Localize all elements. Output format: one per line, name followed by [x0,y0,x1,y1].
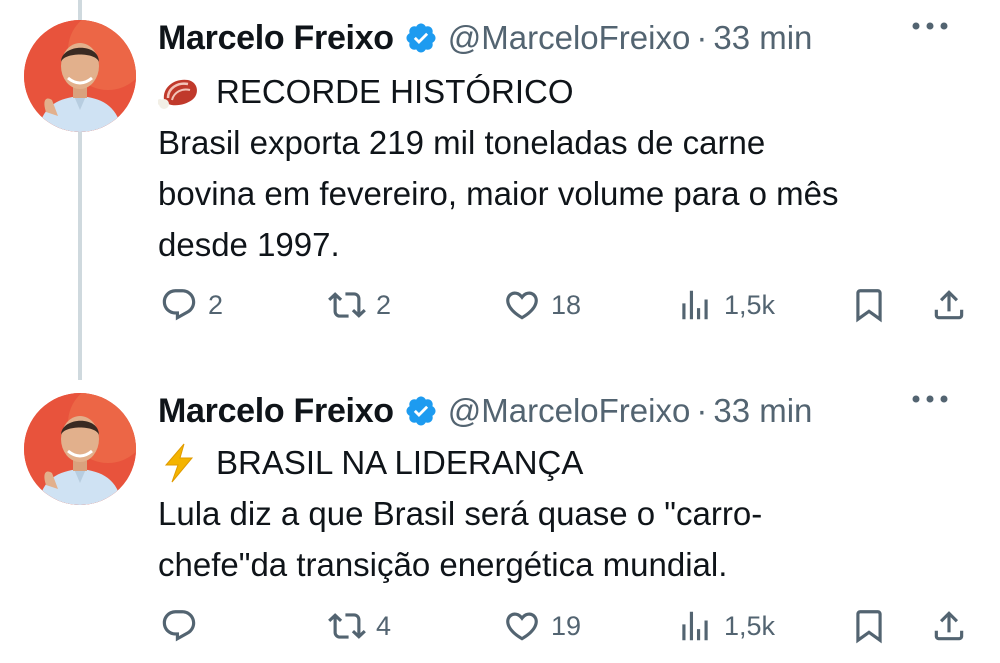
like-button[interactable]: 19 [503,601,581,651]
tweet-text: BRASIL NA LIDERANÇA Lula diz a que Brasi… [158,437,980,590]
action-bar: 4 19 1,5k [158,601,980,651]
tweet-body-line: desde 1997. [158,226,340,263]
tweet-body-line: Lula diz a que Brasil será quase o "carr… [158,495,763,532]
timestamp[interactable]: 33 min [713,19,812,57]
lightning-icon [158,443,202,483]
like-button[interactable]: 18 [503,280,581,330]
reply-button[interactable]: 2 [160,280,223,330]
analytics-icon [682,290,708,320]
retweet-count: 4 [376,610,392,641]
retweet-button[interactable]: 2 [328,280,391,330]
reply-icon [162,289,196,321]
tweet-header: Marcelo Freixo @MarceloFreixo · 33 min [158,16,980,60]
action-bar: 2 2 18 1,5k [158,280,980,330]
more-options-icon[interactable] [908,16,952,36]
retweet-icon [328,292,366,318]
views-button[interactable]: 1,5k [676,601,775,651]
bookmark-icon [856,289,882,323]
view-count: 1,5k [724,289,776,320]
timestamp[interactable]: 33 min [713,392,812,430]
share-icon [934,611,964,641]
tweet-body-line: Brasil exporta 219 mil toneladas de carn… [158,124,766,161]
share-button[interactable] [930,280,968,330]
author-handle[interactable]: @MarceloFreixo [448,392,691,430]
tweet-title: RECORDE HISTÓRICO [216,73,574,110]
view-count: 1,5k [724,610,776,641]
more-options-icon[interactable] [908,389,952,409]
verified-badge-icon [404,21,438,55]
tweet-text: RECORDE HISTÓRICO Brasil exporta 219 mil… [157,66,980,270]
heart-icon [506,612,538,641]
retweet-icon [328,613,366,639]
heart-icon [506,291,538,320]
author-name[interactable]: Marcelo Freixo [158,19,394,58]
like-count: 18 [551,289,582,320]
share-icon [934,290,964,320]
separator-dot: · [696,392,708,429]
meat-on-bone-icon [157,72,202,112]
share-button[interactable] [930,601,968,651]
tweet-body-line: bovina em fevereiro, maior volume para o… [158,175,839,212]
bookmark-button[interactable] [850,601,888,651]
separator-dot: · [696,19,708,56]
tweet-header: Marcelo Freixo @MarceloFreixo · 33 min [158,389,980,433]
author-name[interactable]: Marcelo Freixo [158,392,394,431]
reply-button[interactable] [160,601,208,651]
author-handle[interactable]: @MarceloFreixo [448,19,691,57]
verified-badge-icon [404,394,438,428]
reply-count: 2 [208,289,224,320]
views-button[interactable]: 1,5k [676,280,775,330]
bookmark-button[interactable] [850,280,888,330]
retweet-count: 2 [376,289,392,320]
tweet-2[interactable]: Marcelo Freixo @MarceloFreixo · 33 min B… [0,375,1000,663]
tweet-1[interactable]: Marcelo Freixo @MarceloFreixo · 33 min R… [0,0,1000,340]
avatar[interactable] [24,393,136,505]
like-count: 19 [551,610,582,641]
avatar[interactable] [24,20,136,132]
analytics-icon [682,611,708,641]
bookmark-icon [856,610,882,644]
reply-icon [162,610,196,642]
retweet-button[interactable]: 4 [328,601,391,651]
tweet-body-line: chefe"da transição energética mundial. [158,546,728,583]
tweet-title: BRASIL NA LIDERANÇA [216,444,584,481]
